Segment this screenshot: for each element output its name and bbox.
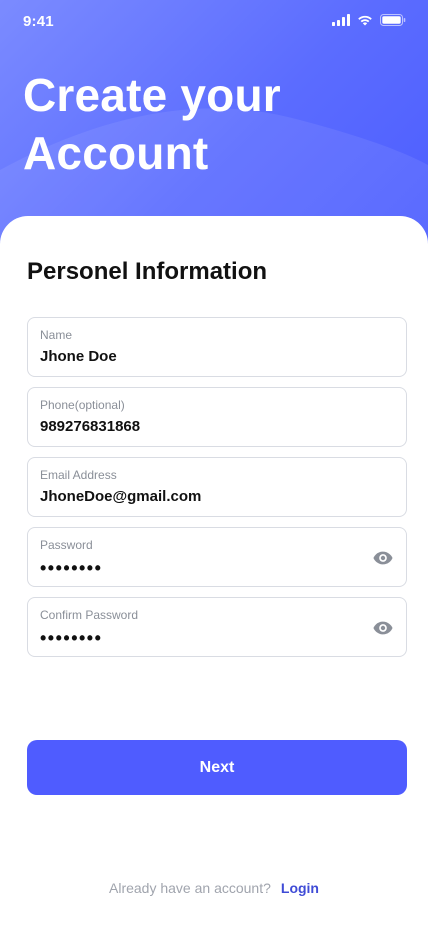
email-field[interactable]: Email Address JhoneDoe@gmail.com — [27, 457, 407, 517]
login-link[interactable]: Login — [281, 880, 319, 896]
page-title: Create your Account — [23, 66, 403, 182]
confirm-password-field[interactable]: Confirm Password •••••••• — [27, 597, 407, 657]
email-field-value[interactable]: JhoneDoe@gmail.com — [40, 488, 201, 505]
eye-icon[interactable] — [372, 617, 394, 639]
signal-icon — [332, 14, 350, 26]
section-title: Personel Information — [27, 258, 268, 285]
login-prompt-text: Already have an account? — [109, 880, 271, 896]
eye-icon[interactable] — [372, 547, 394, 569]
name-field-label: Name — [40, 328, 73, 342]
phone-field-label: Phone(optional) — [40, 398, 125, 412]
phone-field[interactable]: Phone(optional) 989276831868 — [27, 387, 407, 447]
status-bar: 9:41 — [0, 0, 428, 46]
battery-icon — [380, 14, 406, 26]
password-field-label: Password — [40, 538, 93, 552]
email-field-label: Email Address — [40, 468, 117, 482]
status-icons — [332, 14, 406, 26]
wifi-icon — [358, 15, 372, 26]
password-field[interactable]: Password •••••••• — [27, 527, 407, 587]
confirm-password-field-value[interactable]: •••••••• — [40, 629, 102, 647]
login-prompt: Already have an account? Login — [0, 880, 428, 896]
confirm-password-field-label: Confirm Password — [40, 608, 139, 622]
name-field[interactable]: Name Jhone Doe — [27, 317, 407, 377]
phone-field-value[interactable]: 989276831868 — [40, 418, 140, 435]
password-field-value[interactable]: •••••••• — [40, 559, 102, 577]
page-title-line-1: Create your — [23, 69, 281, 121]
status-time: 9:41 — [23, 13, 54, 30]
page-title-line-2: Account — [23, 127, 209, 179]
name-field-value[interactable]: Jhone Doe — [40, 348, 117, 365]
next-button[interactable]: Next — [27, 740, 407, 795]
